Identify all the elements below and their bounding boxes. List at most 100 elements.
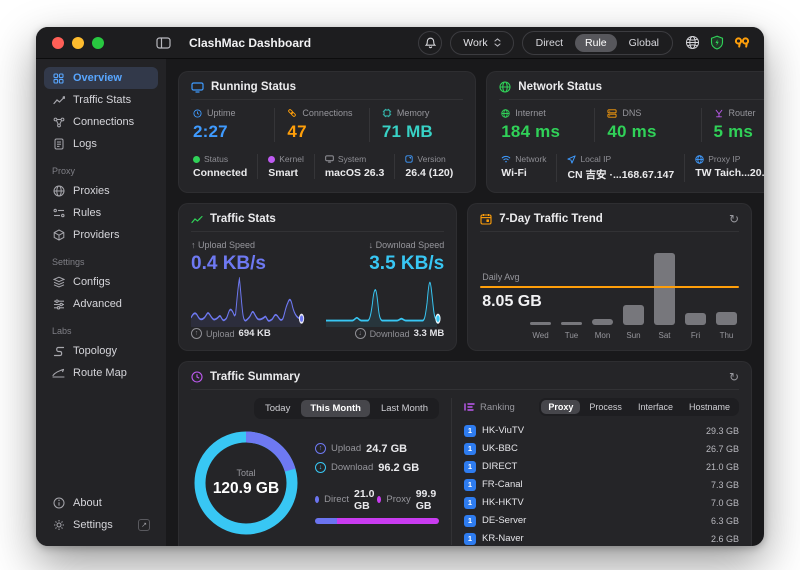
donut-center-label: Total [236,468,255,478]
minimize-button[interactable] [72,37,84,49]
close-button[interactable] [52,37,64,49]
kernel-dot [268,156,275,163]
location-arrow-icon [567,155,576,164]
rank-value: 26.7 GB [695,444,739,454]
sidebar-item-proxies[interactable]: Proxies [44,180,158,202]
sidebar-item-logs[interactable]: Logs [44,133,158,155]
card-title: Traffic Stats [210,213,276,225]
notifications-button[interactable] [418,31,442,55]
rank-name: UK-BBC [482,443,552,454]
tab-last-month[interactable]: Last Month [372,400,437,417]
link-icon [287,108,297,118]
download-sparkline [326,277,445,327]
globe-button[interactable] [685,35,700,50]
shield-bolt-button[interactable] [710,35,724,50]
weekly-trend-chart: Daily Avg 8.05 GB Wed Tue Mon Sun Sat Fr… [480,236,739,340]
sidebar-item-label: Rules [73,207,101,219]
sidebar-item-label: Connections [73,116,134,128]
proxy-dot [377,496,381,503]
sidebar-item-advanced[interactable]: Advanced [44,293,158,315]
profile-selector[interactable]: Work [450,31,513,55]
trend-day-labels: Wed Tue Mon Sun Sat Fri Thu [530,331,737,340]
sidebar-item-connections[interactable]: Connections [44,111,158,133]
tab-interface[interactable]: Interface [631,400,680,414]
trend-bar [623,305,644,325]
trend-bar [716,312,737,326]
sidebar-item-label: Overview [73,72,122,84]
zoom-button[interactable] [92,37,104,49]
metric-memory: Memory 71 MB [369,108,463,142]
globe-icon [499,81,511,93]
calendar-icon [480,213,492,225]
rank-value: 2.6 GB [695,534,739,544]
rules-list-icon [52,208,65,218]
tab-this-month[interactable]: This Month [301,400,370,417]
trend-bar [654,253,675,325]
proxy-bar-segment [337,518,439,524]
tab-hostname[interactable]: Hostname [682,400,737,414]
ranking-label: Ranking [480,402,515,413]
mode-direct[interactable]: Direct [526,34,573,52]
grid-icon [52,73,65,84]
sidebar-item-about[interactable]: About [44,492,158,514]
summary-download-value: 96.2 GB [378,462,419,474]
globe-icon [501,109,510,118]
bell-icon [425,37,436,49]
sidebar-item-providers[interactable]: Providers [44,224,158,246]
tab-proxy[interactable]: Proxy [541,400,580,414]
sidebar-section-proxy: Proxy [52,166,150,176]
paw-button[interactable] [734,36,750,49]
tab-process[interactable]: Process [582,400,629,414]
sidebar-item-label: Logs [73,138,97,150]
daily-avg-label: Daily Avg [482,272,519,282]
metric-value: 47 [287,122,368,142]
rank-value: 21.0 GB [695,462,739,472]
direct-dot [315,496,319,503]
sidebar-item-traffic-stats[interactable]: Traffic Stats [44,89,158,111]
sidebar-section-labs: Labs [52,326,150,336]
upload-speed-panel: ↑ Upload Speed 0.4 KB/s ↑Upload694 KB [191,240,310,339]
sidebar-item-overview[interactable]: Overview [44,67,158,89]
sidebar-item-route-map[interactable]: Route Map [44,362,158,384]
sidebar-item-label: Topology [73,345,117,357]
donut-center-value: 120.9 GB [213,480,279,498]
refresh-icon[interactable]: ↻ [729,371,739,383]
sidebar-item-configs[interactable]: Configs [44,271,158,293]
traffic-lights [36,37,104,49]
rank-badge: 1 [464,497,476,509]
chart-icon [191,214,203,225]
metric-dns: DNS 40 ms [594,108,700,142]
tab-today[interactable]: Today [256,400,299,417]
mode-switcher: Direct Rule Global [522,31,673,55]
refresh-icon[interactable]: ↻ [729,213,739,225]
arrow-down-icon: ↓ [369,240,376,250]
metric-value: 40 ms [607,122,700,142]
upload-sparkline [191,277,310,327]
mode-rule[interactable]: Rule [575,34,617,52]
sidebar-toggle-icon[interactable] [156,37,171,49]
sidebar-item-label: Providers [73,229,119,241]
external-link-icon[interactable]: ↗ [138,519,150,531]
trend-bar [592,319,613,325]
monitor-icon [325,155,334,163]
mode-global[interactable]: Global [619,34,669,52]
memory-chip-icon [382,108,392,118]
line-chart-icon [52,95,65,106]
clock-icon [193,109,202,118]
metric-value: 5 ms [714,122,764,142]
sidebar-item-topology[interactable]: Topology [44,340,158,362]
gear-icon [52,519,65,531]
sidebar-item-rules[interactable]: Rules [44,202,158,224]
network-icon [52,117,65,128]
rank-value: 7.0 GB [695,498,739,508]
package-icon [52,229,65,241]
sidebar-item-label: Route Map [73,367,127,379]
direct-proxy-bar [315,518,439,524]
rank-name: DIRECT [482,461,552,472]
summary-upload-value: 24.7 GB [366,443,407,455]
network-status-card: Network Status ↻ Internet 184 ms DNS 40 … [486,71,764,193]
running-status-card: Running Status Uptime 2:27 Connections 4… [178,71,476,193]
sidebar-item-label: About [73,497,102,509]
router-icon [714,109,724,118]
sidebar-item-settings[interactable]: Settings ↗ [44,514,158,536]
